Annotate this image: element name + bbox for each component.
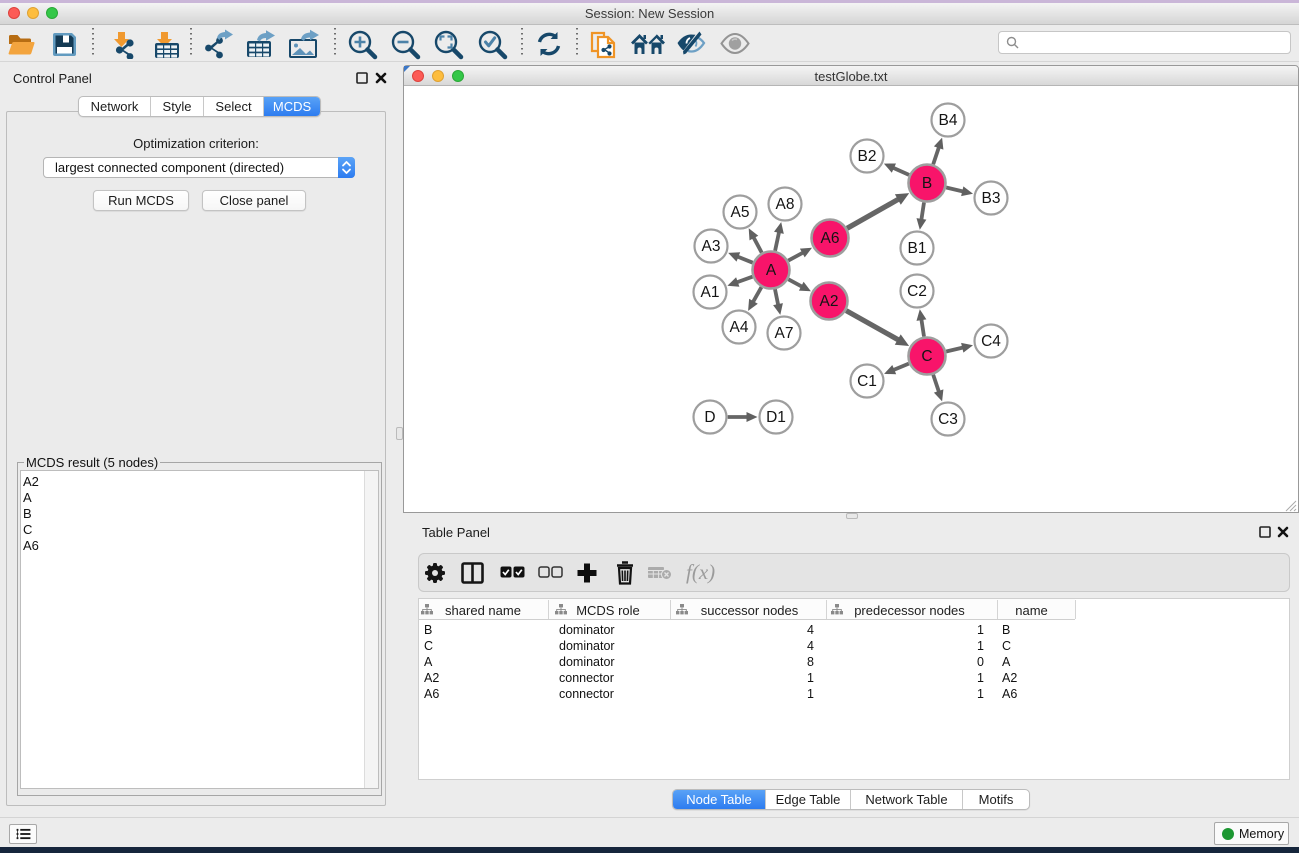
svg-text:A3: A3 xyxy=(702,238,721,255)
svg-text:B1: B1 xyxy=(908,240,927,257)
svg-text:B2: B2 xyxy=(858,148,877,165)
svg-text:A5: A5 xyxy=(731,204,750,221)
svg-text:D1: D1 xyxy=(766,409,786,426)
svg-text:A: A xyxy=(766,262,777,279)
svg-text:A7: A7 xyxy=(775,325,794,342)
svg-text:A4: A4 xyxy=(730,319,749,336)
svg-text:A2: A2 xyxy=(820,293,839,310)
svg-text:B: B xyxy=(922,175,932,192)
svg-text:B3: B3 xyxy=(982,190,1001,207)
svg-text:C: C xyxy=(921,348,932,365)
svg-text:C3: C3 xyxy=(938,411,958,428)
svg-text:B4: B4 xyxy=(939,112,958,129)
svg-text:A1: A1 xyxy=(701,284,720,301)
svg-text:C2: C2 xyxy=(907,283,927,300)
svg-text:C1: C1 xyxy=(857,373,877,390)
svg-text:C4: C4 xyxy=(981,333,1001,350)
svg-text:D: D xyxy=(704,409,715,426)
svg-text:A6: A6 xyxy=(821,230,840,247)
svg-text:A8: A8 xyxy=(776,196,795,213)
